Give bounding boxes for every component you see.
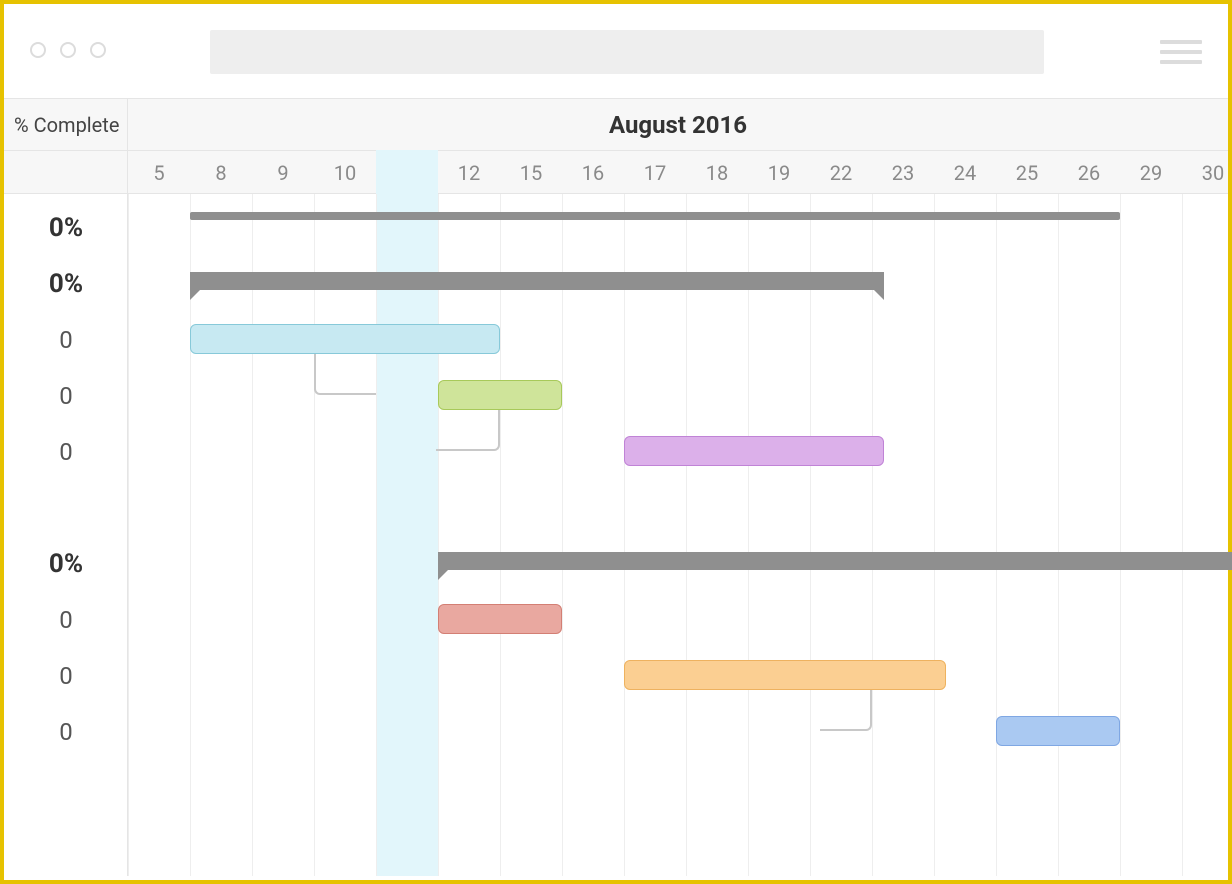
- traffic-zoom-icon[interactable]: [90, 42, 106, 58]
- task-bar[interactable]: [190, 324, 500, 354]
- day-header: 29: [1120, 151, 1182, 195]
- task-progress-value: 0: [4, 368, 128, 424]
- task-progress-value: 0: [4, 312, 128, 368]
- gantt-row: 0%: [4, 536, 1228, 592]
- day-header: 17: [624, 151, 686, 195]
- task-progress-value: 0: [4, 592, 128, 648]
- title-bar-placeholder: [210, 30, 1044, 74]
- day-header: 18: [686, 151, 748, 195]
- gantt-row: 0: [4, 424, 1228, 480]
- gantt-header: % Complete August 2016 58910111215161718…: [4, 98, 1228, 194]
- day-header: 25: [996, 151, 1058, 195]
- gantt-row-timeline: [128, 592, 1228, 648]
- app-window: % Complete August 2016 58910111215161718…: [4, 4, 1228, 880]
- day-header: 22: [810, 151, 872, 195]
- day-header: 15: [500, 151, 562, 195]
- gantt-row: 0: [4, 312, 1228, 368]
- traffic-lights: [30, 42, 106, 58]
- task-bar[interactable]: [996, 716, 1120, 746]
- phase-summary-bar[interactable]: [438, 552, 1232, 570]
- phase-summary-bar[interactable]: [190, 272, 884, 290]
- gantt-row-timeline: [128, 368, 1228, 424]
- traffic-close-icon[interactable]: [30, 42, 46, 58]
- gantt-row-timeline: [128, 704, 1228, 760]
- column-header-complete: % Complete: [4, 99, 128, 151]
- gantt-row: 0: [4, 704, 1228, 760]
- task-bar[interactable]: [624, 436, 884, 466]
- group-progress-value: 0%: [4, 536, 128, 592]
- gantt-row-timeline: [128, 536, 1228, 592]
- day-scale: 589101112151617181922232425262930: [128, 151, 1228, 195]
- day-header: 5: [128, 151, 190, 195]
- task-bar[interactable]: [624, 660, 946, 690]
- task-progress-value: 0: [4, 424, 128, 480]
- day-header: 30: [1182, 151, 1232, 195]
- project-summary-bar[interactable]: [190, 212, 1120, 220]
- task-progress-value: 0: [4, 648, 128, 704]
- day-header: 19: [748, 151, 810, 195]
- window-chrome: [4, 4, 1228, 98]
- gantt-row: 0%: [4, 200, 1228, 256]
- sidebar-divider: [127, 98, 128, 876]
- gantt-row-timeline: [128, 648, 1228, 704]
- group-progress-value: 0%: [4, 256, 128, 312]
- gantt-row-timeline: [128, 312, 1228, 368]
- day-header: 26: [1058, 151, 1120, 195]
- gantt-row: 0: [4, 368, 1228, 424]
- day-header: 16: [562, 151, 624, 195]
- day-header: 9: [252, 151, 314, 195]
- day-header: 8: [190, 151, 252, 195]
- group-progress-value: 0%: [4, 200, 128, 256]
- traffic-minimize-icon[interactable]: [60, 42, 76, 58]
- task-bar[interactable]: [438, 604, 562, 634]
- day-header: 24: [934, 151, 996, 195]
- gantt-row-timeline: [128, 200, 1228, 256]
- day-header: 10: [314, 151, 376, 195]
- task-bar[interactable]: [438, 380, 562, 410]
- gantt-row: 0: [4, 648, 1228, 704]
- task-progress-value: 0: [4, 704, 128, 760]
- day-header: 12: [438, 151, 500, 195]
- month-title: August 2016: [128, 99, 1228, 151]
- gantt-row: 0: [4, 592, 1228, 648]
- gantt-row: 0%: [4, 256, 1228, 312]
- hamburger-menu-icon[interactable]: [1160, 40, 1202, 64]
- day-header: 23: [872, 151, 934, 195]
- gantt-row-timeline: [128, 424, 1228, 480]
- gantt-body: 0%0%0000%000: [4, 194, 1228, 876]
- gantt-row-timeline: [128, 256, 1228, 312]
